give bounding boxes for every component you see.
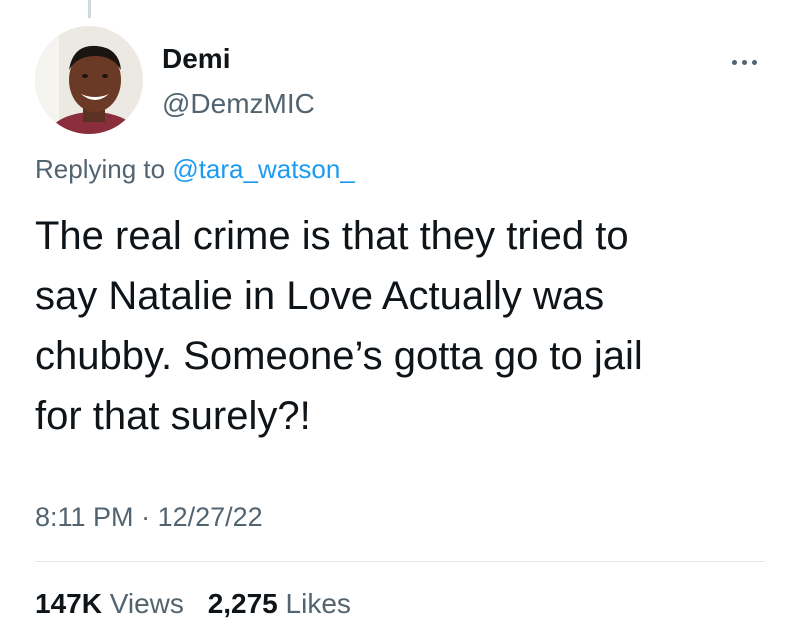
more-options-icon[interactable] [724, 52, 764, 72]
author-display-name[interactable]: Demi [162, 43, 230, 75]
replying-to-handle-link[interactable]: @tara_watson_ [172, 154, 355, 184]
dot [731, 59, 737, 65]
divider [35, 561, 765, 562]
dot [751, 59, 757, 65]
views-label: Views [109, 588, 184, 619]
tweet-text-line: for that surely?! [35, 394, 311, 438]
tweet-text-line: chubby. Someone’s gotta go to jail [35, 334, 643, 378]
dot [741, 59, 747, 65]
likes-count: 2,275 [207, 588, 278, 619]
likes-stat[interactable]: 2,275 Likes [208, 588, 351, 619]
author-handle[interactable]: @DemzMIC [162, 88, 315, 120]
tweet-timestamp[interactable]: 8:11 PM · 12/27/22 [35, 502, 263, 533]
tweet-stats: 147K Views 2,275 Likes [35, 588, 367, 620]
profile-photo-icon [35, 26, 143, 134]
tweet-text-line: say Natalie in Love Actually was [35, 274, 605, 318]
tweet-time: 8:11 PM [35, 502, 134, 532]
timestamp-separator: · [141, 502, 151, 532]
tweet-date: 12/27/22 [157, 502, 263, 532]
tweet-text-line: The real crime is that they tried to [35, 214, 629, 258]
views-stat[interactable]: 147K Views [35, 588, 184, 619]
avatar[interactable] [35, 26, 143, 134]
views-count: 147K [35, 588, 102, 619]
likes-label: Likes [285, 588, 351, 619]
replying-to-line: Replying to @tara_watson_ [35, 154, 355, 185]
tweet-text: The real crime is that they tried to say… [35, 206, 755, 446]
thread-connector-line [88, 0, 91, 18]
replying-to-label: Replying to [35, 154, 166, 184]
